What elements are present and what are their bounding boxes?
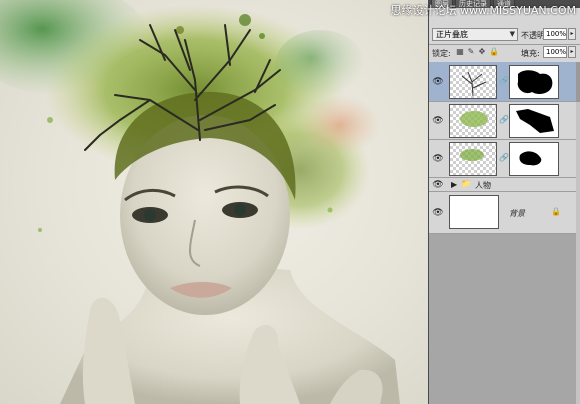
mask-shape-icon (519, 151, 542, 166)
layer-thumbnail[interactable] (449, 65, 497, 99)
layer-row-background[interactable]: 👁 背景 🔒 (429, 192, 577, 234)
lock-image-pixels-icon[interactable]: ✎ (467, 48, 475, 56)
fill-dropdown-icon[interactable]: ▸ (568, 46, 576, 58)
lock-icon: 🔒 (551, 207, 561, 216)
opacity-dropdown-icon[interactable]: ▸ (568, 28, 576, 40)
layer-mask-thumbnail[interactable] (509, 142, 559, 176)
document-canvas[interactable] (0, 0, 428, 404)
group-name: 人物 (475, 181, 491, 190)
layer-thumbnail[interactable] (449, 104, 497, 138)
blend-mode-value: 正片叠底 (436, 30, 468, 39)
lock-transparent-pixels-icon[interactable]: ▦ (456, 48, 464, 56)
scrollbar-thumb[interactable] (576, 62, 580, 102)
lock-label: 锁定: (432, 49, 451, 58)
mask-shape-icon (517, 70, 553, 94)
fill-label: 填充: (521, 49, 540, 58)
disclosure-triangle-icon[interactable]: ▶ (451, 180, 457, 189)
lock-all-icon[interactable]: 🔒 (489, 48, 499, 56)
layer-name: 背景 (509, 209, 525, 218)
layer-mask-thumbnail[interactable] (509, 104, 559, 138)
layer-row[interactable]: 👁 🔗 (429, 140, 577, 178)
background-thumbnail[interactable] (449, 195, 499, 229)
lock-position-icon[interactable]: ✥ (478, 48, 486, 56)
watermark-text: 思缘设计论坛 www.MISSYUAN.COM (390, 4, 576, 17)
chain-link-icon[interactable]: 🔗 (499, 153, 509, 162)
layer-thumbnail[interactable] (449, 142, 497, 176)
layer-mask-thumbnail[interactable] (509, 65, 559, 99)
eye-icon[interactable]: 👁 (431, 206, 445, 220)
mask-shape-icon (516, 109, 554, 133)
layer-row[interactable]: 👁 🔗 (429, 62, 577, 102)
layer-group-row[interactable]: 👁 ▶ 📁 人物 (429, 178, 577, 192)
opacity-input[interactable]: 100% (543, 28, 567, 40)
chain-link-icon[interactable]: 🔗 (499, 115, 509, 124)
chain-link-icon[interactable]: 🔗 (499, 76, 509, 85)
layers-empty-area (429, 234, 577, 404)
tree-thumbnail-icon (461, 71, 487, 97)
artwork-image (0, 0, 400, 404)
green-splash-thumbnail-icon (460, 111, 488, 127)
layers-scrollbar[interactable] (576, 62, 580, 404)
layers-panel: 图层 历史记录 通道 正片叠底 ▼ 不透明度: 100% ▸ 锁定: ▦ ✎ ✥… (428, 0, 580, 404)
fill-input[interactable]: 100% (543, 46, 567, 58)
eye-icon[interactable]: 👁 (431, 114, 445, 128)
eye-icon[interactable]: 👁 (431, 178, 445, 192)
layer-row[interactable]: 👁 🔗 (429, 102, 577, 140)
chevron-down-icon: ▼ (509, 30, 515, 38)
eye-icon[interactable]: 👁 (431, 152, 445, 166)
green-splash-thumbnail-icon (460, 149, 484, 161)
blend-mode-select[interactable]: 正片叠底 ▼ (432, 28, 518, 41)
divider (429, 44, 580, 45)
folder-icon: 📁 (461, 179, 471, 188)
eye-icon[interactable]: 👁 (431, 75, 445, 89)
